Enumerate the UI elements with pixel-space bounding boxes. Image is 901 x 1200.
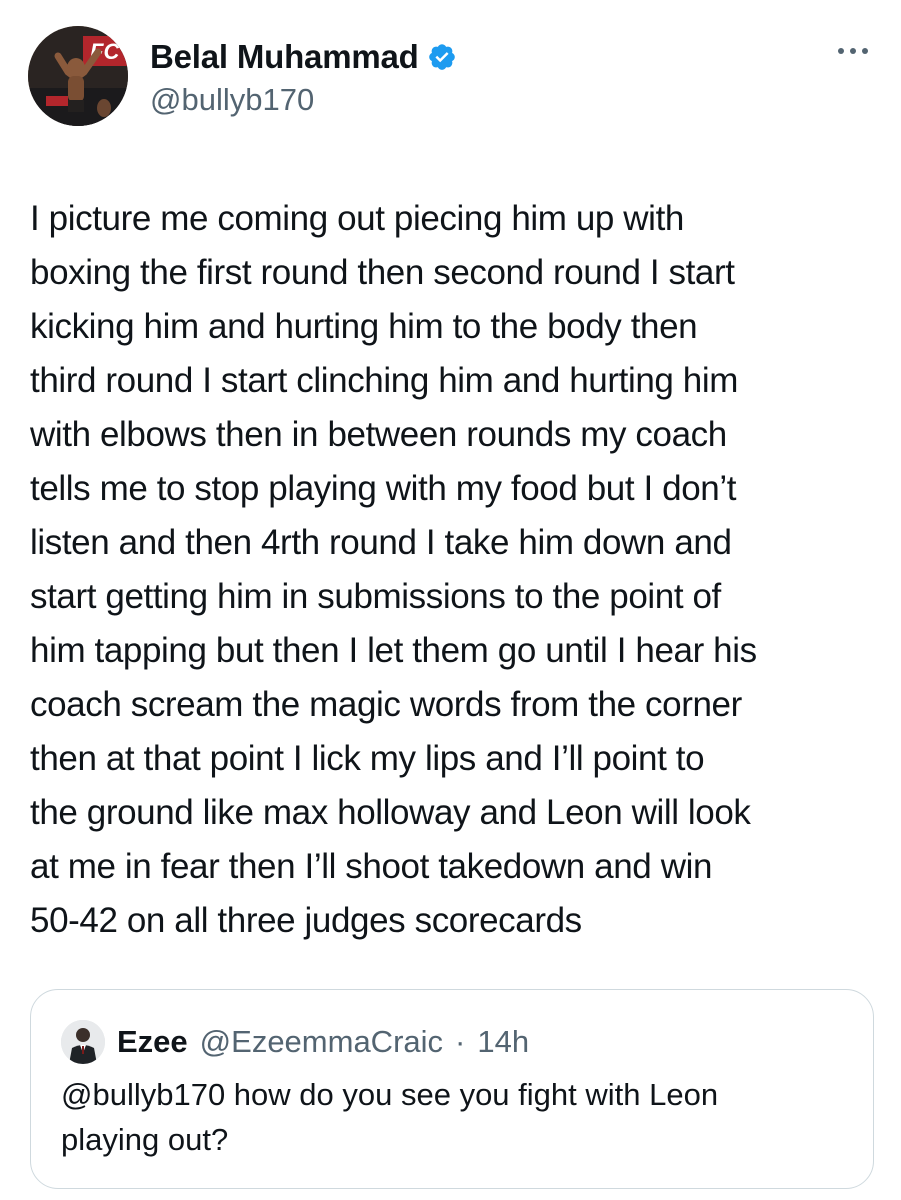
tweet-text-line: him tapping but then I let them go until…	[30, 631, 757, 670]
tweet-text-line: 50-42 on all three judges scorecards	[30, 901, 582, 940]
tweet-text-line: boxing the first round then second round…	[30, 253, 735, 292]
tweet-card: FC Belal Muhammad @bullyb170 I picture m…	[0, 0, 901, 1200]
quoted-text-line: @bullyb170 how do you see you fight with…	[61, 1077, 719, 1112]
quoted-separator: ·	[455, 1024, 466, 1059]
quoted-author-handle[interactable]: @EzeemmaCraic	[200, 1024, 443, 1060]
tweet-text-line: with elbows then in between rounds my co…	[30, 415, 727, 454]
person-in-suit-avatar-icon	[61, 1020, 105, 1064]
quoted-author-name[interactable]: Ezee	[117, 1024, 188, 1060]
author-avatar[interactable]: FC	[28, 26, 128, 126]
quoted-tweet-header: Ezee @EzeemmaCraic · 14h	[61, 1020, 529, 1064]
quoted-text-line: playing out?	[61, 1122, 229, 1157]
tweet-text-line: third round I start clinching him and hu…	[30, 361, 738, 400]
tweet-text-line: at me in fear then I’ll shoot takedown a…	[30, 847, 713, 886]
quoted-timestamp[interactable]: 14h	[477, 1024, 529, 1060]
tweet-text-line: then at that point I lick my lips and I’…	[30, 739, 705, 778]
tweet-text: I picture me coming out piecing him up w…	[30, 192, 880, 948]
tweet-text-line: tells me to stop playing with my food bu…	[30, 469, 737, 508]
quoted-author-avatar[interactable]	[61, 1020, 105, 1064]
fighter-photo-avatar-icon: FC	[28, 26, 128, 126]
tweet-text-line: coach scream the magic words from the co…	[30, 685, 742, 724]
author-display-name[interactable]: Belal Muhammad	[150, 38, 419, 76]
tweet-text-line: kicking him and hurting him to the body …	[30, 307, 698, 346]
tweet-text-line: start getting him in submissions to the …	[30, 577, 721, 616]
verified-badge-icon	[428, 44, 455, 70]
tweet-text-line: the ground like max holloway and Leon wi…	[30, 793, 751, 832]
quoted-tweet-text: @bullyb170 how do you see you fight with…	[61, 1072, 851, 1162]
author-handle[interactable]: @bullyb170	[150, 82, 314, 118]
tweet-text-line: listen and then 4rth round I take him do…	[30, 523, 732, 562]
more-horizontal-icon[interactable]	[835, 44, 871, 58]
author-name-row: Belal Muhammad	[150, 38, 457, 76]
quoted-tweet-card[interactable]: Ezee @EzeemmaCraic · 14h @bullyb170 how …	[30, 989, 874, 1189]
tweet-text-line: I picture me coming out piecing him up w…	[30, 199, 684, 238]
